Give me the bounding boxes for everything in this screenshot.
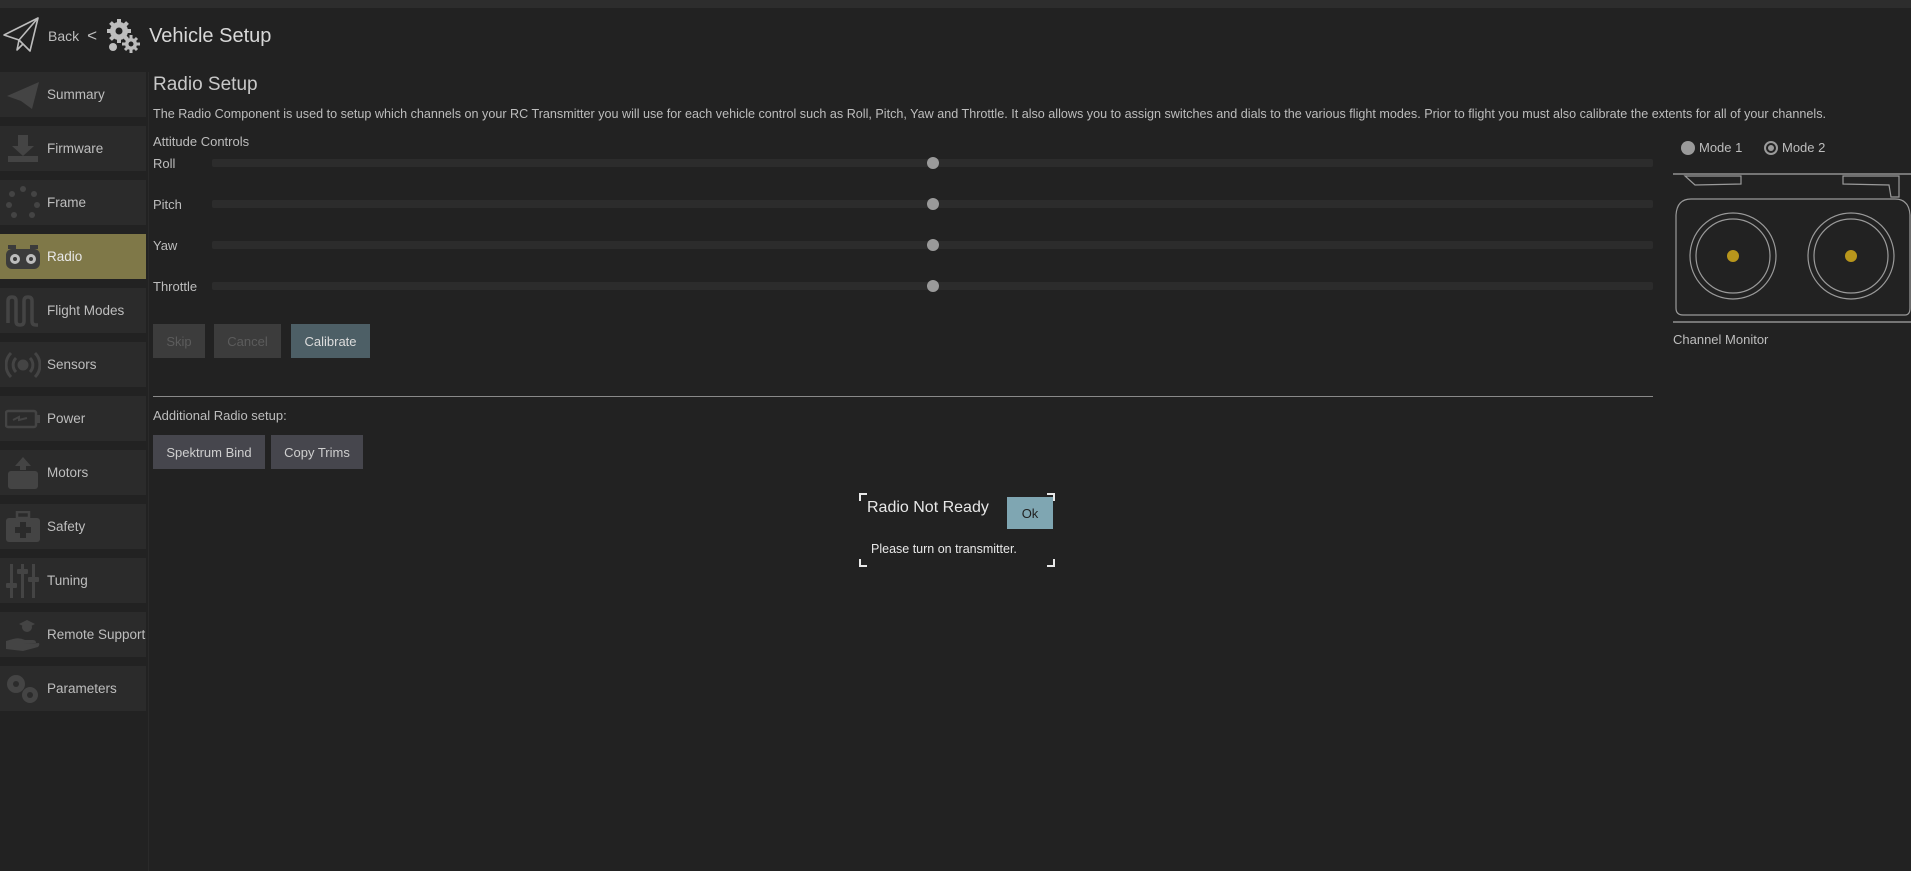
page-header-title: Vehicle Setup: [149, 24, 272, 47]
wave-icon: [4, 294, 42, 328]
right-stick-indicator: [1845, 250, 1857, 262]
pitch-slider[interactable]: [212, 198, 1653, 210]
helping-hand-icon: [4, 618, 42, 652]
sidebar-item-firmware[interactable]: Firmware: [0, 126, 146, 171]
attitude-controls-label: Attitude Controls: [153, 134, 250, 149]
calibrate-button[interactable]: Calibrate: [291, 324, 370, 358]
sidebar: Summary Firmware Frame Radio Flight Mode…: [0, 72, 146, 871]
sidebar-item-summary[interactable]: Summary: [0, 72, 146, 117]
mode-1-radio[interactable]: Mode 1: [1681, 140, 1742, 155]
sidebar-item-remote-support[interactable]: Remote Support: [0, 612, 146, 657]
section-divider: [153, 396, 1653, 397]
pitch-slider-thumb[interactable]: [926, 198, 939, 210]
channel-monitor-label: Channel Monitor: [1673, 332, 1769, 347]
channel-label-throttle: Throttle: [153, 279, 198, 294]
sidebar-item-label: Remote Support: [47, 627, 146, 642]
channel-label-yaw: Yaw: [153, 238, 178, 253]
dialog-corner: [859, 559, 867, 567]
dialog-message: Please turn on transmitter.: [871, 542, 1017, 556]
breadcrumb-separator: <: [87, 26, 98, 45]
sidebar-item-sensors[interactable]: Sensors: [0, 342, 146, 387]
back-button[interactable]: Back: [0, 15, 79, 58]
dialog-corner: [859, 493, 867, 501]
throttle-slider[interactable]: [212, 280, 1653, 292]
sidebar-divider: [148, 72, 149, 871]
paper-plane-icon: [4, 78, 42, 112]
download-icon: [4, 132, 42, 166]
sidebar-item-label: Frame: [47, 195, 87, 210]
radio-not-ready-dialog: Radio Not Ready Ok Please turn on transm…: [859, 493, 1055, 567]
sidebar-item-label: Radio: [47, 249, 83, 264]
sidebar-item-label: Parameters: [47, 681, 117, 696]
sidebar-item-label: Summary: [47, 87, 105, 102]
spektrum-bind-button[interactable]: Spektrum Bind: [153, 435, 265, 469]
left-stick-indicator: [1727, 250, 1739, 262]
sidebar-item-label: Sensors: [47, 357, 97, 372]
radio-button-icon: [1681, 140, 1695, 155]
sidebar-item-label: Safety: [47, 519, 86, 534]
skip-button[interactable]: Skip: [153, 324, 205, 358]
transmitter-diagram: [1673, 173, 1911, 323]
sidebar-item-label: Firmware: [47, 141, 104, 156]
dialog-title: Radio Not Ready: [867, 499, 989, 516]
motor-icon: [4, 456, 42, 490]
back-label: Back: [48, 28, 80, 44]
first-aid-kit-icon: [4, 510, 42, 544]
sidebar-item-parameters[interactable]: Parameters: [0, 666, 146, 711]
frame-dots-icon: [4, 185, 42, 220]
paper-plane-icon: [2, 15, 40, 58]
top-strip: [0, 0, 1911, 8]
mode-2-radio[interactable]: Mode 2: [1764, 140, 1825, 155]
yaw-slider[interactable]: [212, 239, 1653, 251]
sidebar-item-flight-modes[interactable]: Flight Modes: [0, 288, 146, 333]
sidebar-item-label: Tuning: [47, 573, 88, 588]
sliders-icon: [4, 563, 42, 598]
transmitter-outline-icon: [1673, 173, 1911, 323]
header: Back < Vehicle Setup: [0, 12, 271, 60]
throttle-slider-thumb[interactable]: [926, 280, 939, 292]
radio-transmitter-icon: [4, 240, 42, 274]
mode-1-label: Mode 1: [1699, 140, 1743, 155]
roll-slider-thumb[interactable]: [926, 157, 939, 169]
page-title: Radio Setup: [153, 74, 258, 95]
sidebar-item-radio[interactable]: Radio: [0, 234, 146, 279]
channel-label-pitch: Pitch: [153, 197, 182, 212]
cancel-button[interactable]: Cancel: [214, 324, 281, 358]
channel-label-roll: Roll: [153, 156, 176, 171]
dialog-corner: [1047, 559, 1055, 567]
battery-icon: [4, 402, 42, 436]
dialog-ok-button[interactable]: Ok: [1007, 497, 1053, 529]
mode-2-label: Mode 2: [1782, 140, 1826, 155]
gears-icon: [105, 17, 143, 55]
sidebar-item-power[interactable]: Power: [0, 396, 146, 441]
page-description: The Radio Component is used to setup whi…: [153, 107, 1827, 121]
sidebar-item-label: Power: [47, 411, 86, 426]
sidebar-item-label: Motors: [47, 465, 89, 480]
sidebar-item-label: Flight Modes: [47, 303, 125, 318]
sidebar-item-frame[interactable]: Frame: [0, 180, 146, 225]
sidebar-item-motors[interactable]: Motors: [0, 450, 146, 495]
gears-icon: [4, 672, 42, 706]
sidebar-item-safety[interactable]: Safety: [0, 504, 146, 549]
sidebar-item-tuning[interactable]: Tuning: [0, 558, 146, 603]
roll-slider[interactable]: [212, 157, 1653, 169]
yaw-slider-thumb[interactable]: [926, 239, 939, 251]
additional-radio-setup-label: Additional Radio setup:: [153, 408, 287, 423]
radio-button-checked-icon: [1764, 140, 1778, 155]
sensor-waves-icon: [4, 348, 42, 382]
copy-trims-button[interactable]: Copy Trims: [271, 435, 363, 469]
